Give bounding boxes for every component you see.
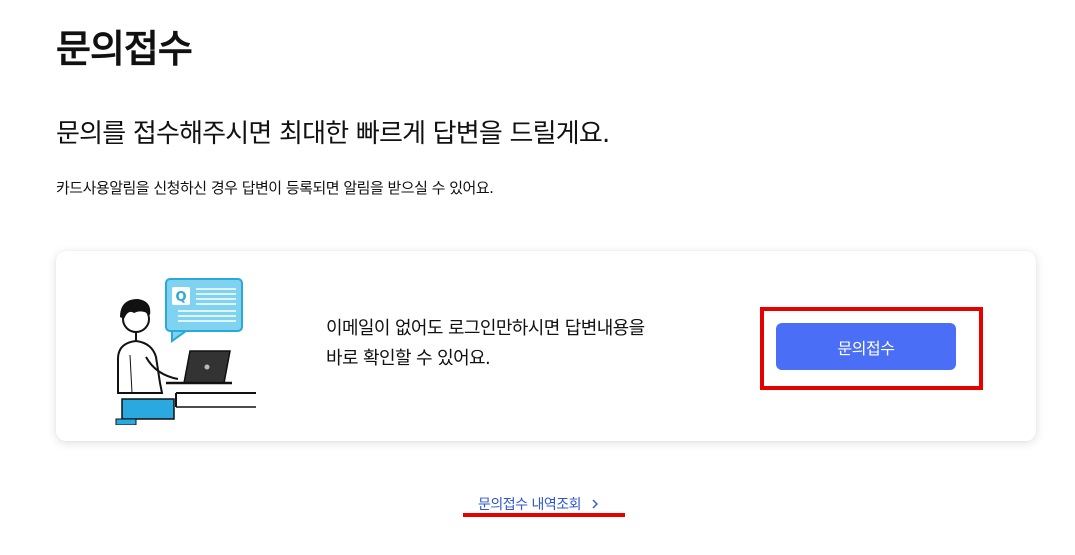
bubble-letter: Q: [175, 290, 186, 305]
highlight-underline: [463, 513, 625, 517]
card-message: 이메일이 없어도 로그인만하시면 답변내용을 바로 확인할 수 있어요.: [326, 314, 746, 374]
page-subtext: 카드사용알림을 신청하신 경우 답변이 등록되면 알림을 받으실 수 있어요.: [56, 179, 494, 197]
card-message-line-1: 이메일이 없어도 로그인만하시면 답변내용을: [326, 318, 645, 339]
submit-inquiry-button[interactable]: 문의접수: [776, 323, 956, 370]
chevron-right-icon: [592, 499, 598, 509]
inquiry-history-link[interactable]: 문의접수 내역조회: [478, 494, 601, 514]
inquiry-history-link-label: 문의접수 내역조회: [478, 497, 582, 513]
page-title: 문의접수: [56, 27, 193, 71]
person-with-laptop-illustration: Q: [115, 278, 256, 425]
page-headline: 문의를 접수해주시면 최대한 빠르게 답변을 드릴게요.: [56, 119, 610, 149]
card-message-line-2: 바로 확인할 수 있어요.: [326, 348, 491, 369]
